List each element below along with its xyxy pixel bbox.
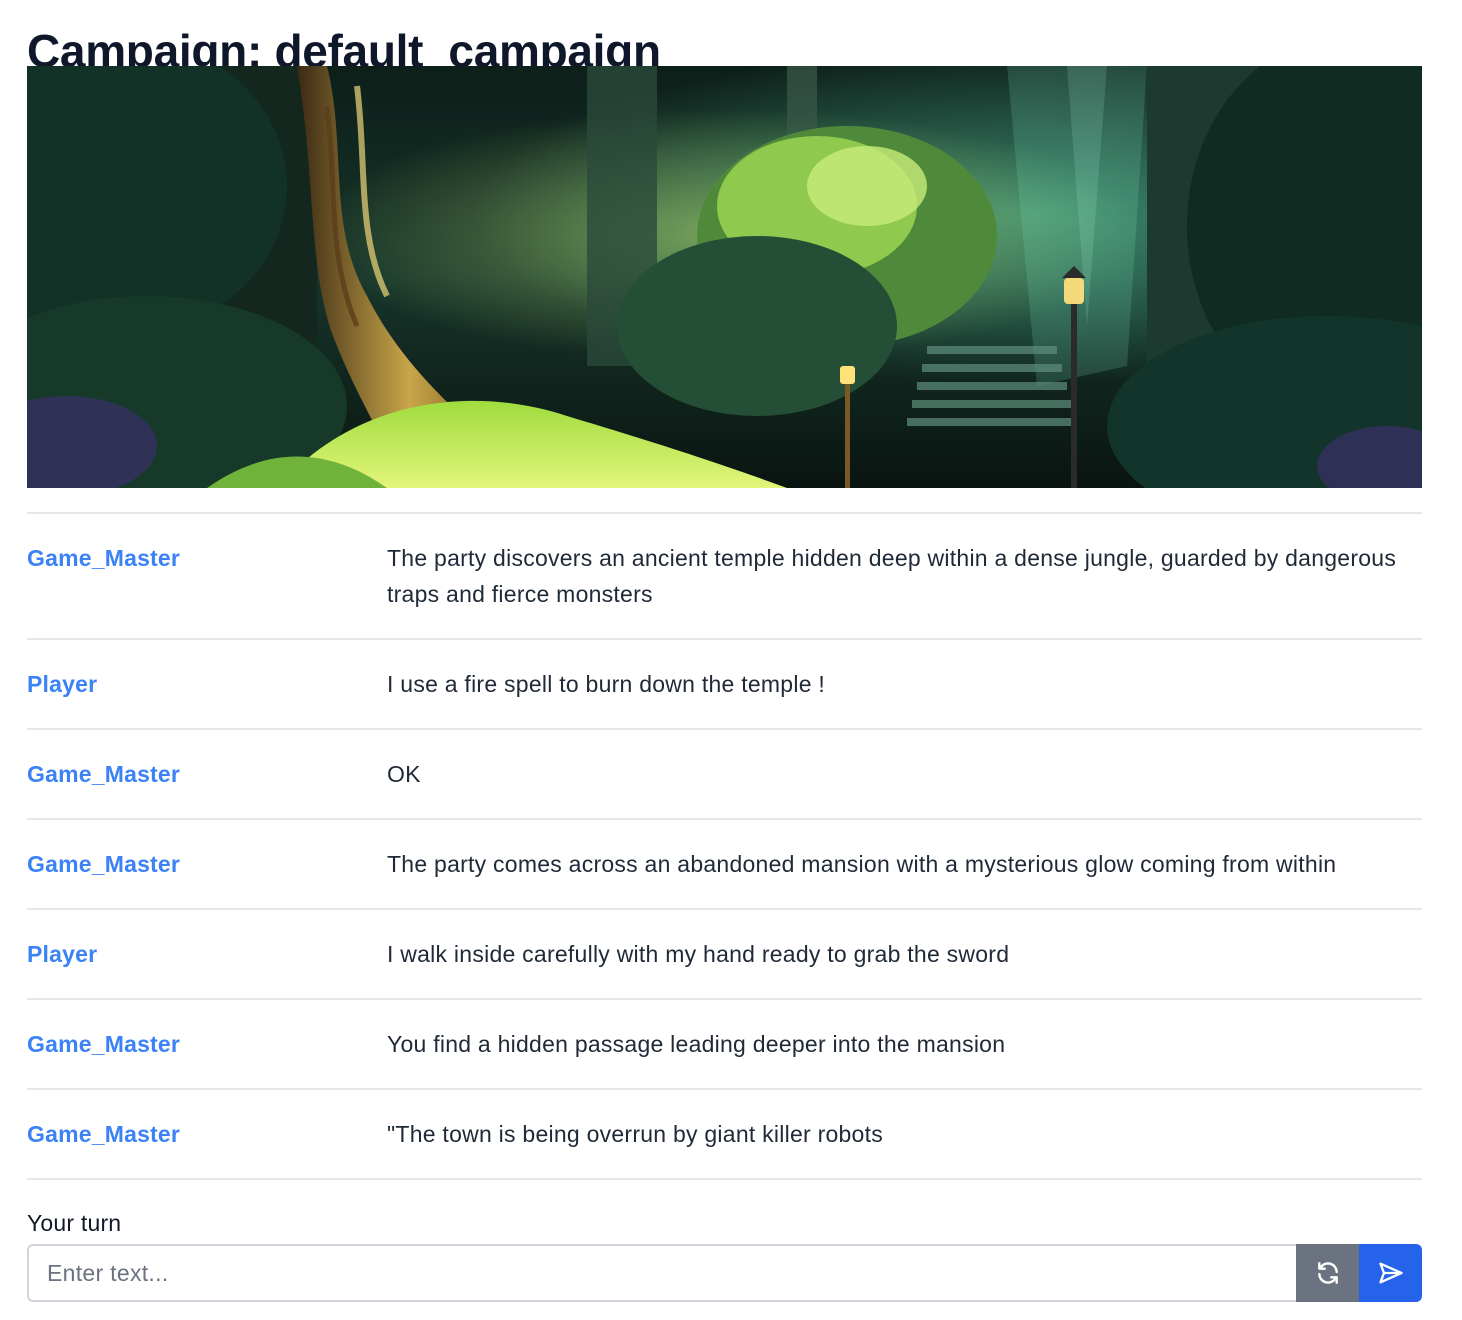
your-turn-label: Your turn [27, 1210, 122, 1236]
campaign-page: Campaign: default_campaign Game_Master T… [27, 0, 1422, 1302]
message-row: Game_Master The party discovers an ancie… [27, 514, 1422, 640]
message-row: Game_Master "The town is being overrun b… [27, 1090, 1422, 1180]
message-speaker: Player [27, 941, 98, 967]
message-row: Game_Master You find a hidden passage le… [27, 1000, 1422, 1090]
campaign-banner-image [27, 66, 1422, 488]
message-speaker: Game_Master [27, 851, 181, 877]
composer [27, 1244, 1422, 1302]
message-row: Game_Master The party comes across an ab… [27, 820, 1422, 910]
turn-text-input[interactable] [27, 1244, 1296, 1302]
message-speaker: Game_Master [27, 1121, 181, 1147]
page-title: Campaign: default_campaign [27, 25, 661, 77]
message-speaker: Player [27, 671, 98, 697]
message-list: Game_Master The party discovers an ancie… [27, 512, 1422, 1180]
refresh-button[interactable] [1296, 1244, 1359, 1302]
message-row: Player I walk inside carefully with my h… [27, 910, 1422, 1000]
message-text: You find a hidden passage leading deeper… [387, 1031, 1006, 1057]
refresh-icon [1315, 1260, 1341, 1286]
message-text: The party comes across an abandoned mans… [387, 851, 1337, 877]
message-speaker: Game_Master [27, 545, 181, 571]
message-speaker: Game_Master [27, 1031, 181, 1057]
send-button[interactable] [1359, 1244, 1422, 1302]
message-row: Player I use a fire spell to burn down t… [27, 640, 1422, 730]
message-text: "The town is being overrun by giant kill… [387, 1121, 883, 1147]
message-text: I use a fire spell to burn down the temp… [387, 671, 826, 697]
message-text: I walk inside carefully with my hand rea… [387, 941, 1010, 967]
message-text: The party discovers an ancient temple hi… [387, 545, 1397, 607]
message-text: OK [387, 761, 421, 787]
message-speaker: Game_Master [27, 761, 181, 787]
message-row: Game_Master OK [27, 730, 1422, 820]
send-icon [1377, 1259, 1405, 1287]
